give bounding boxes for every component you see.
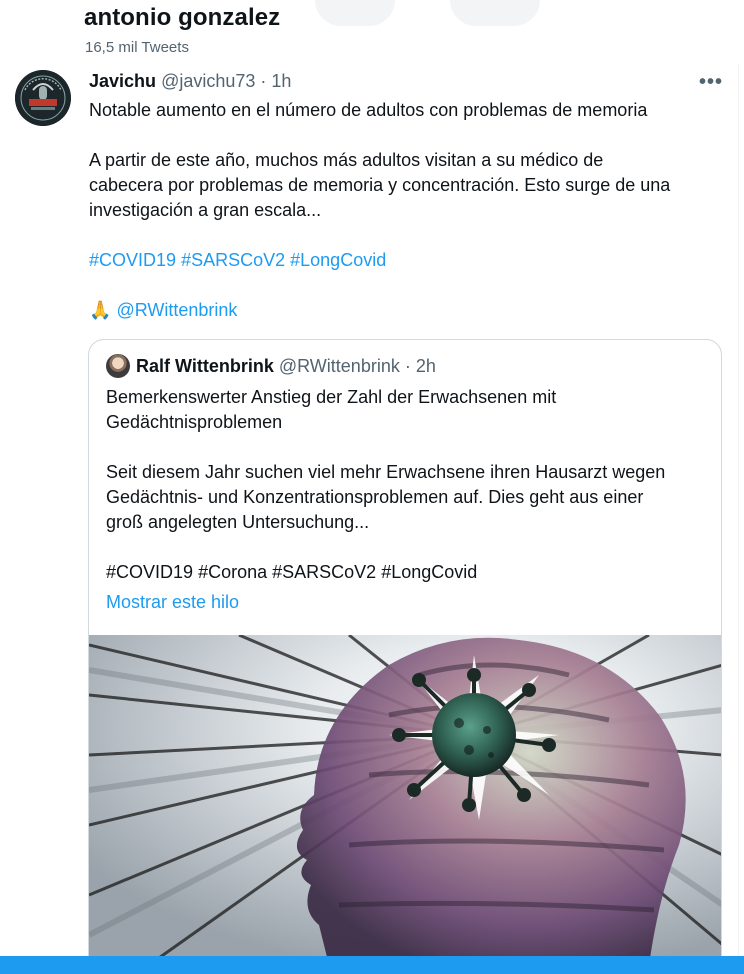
quote-hashtag: #COVID19 — [106, 562, 194, 582]
header-shadow-shape — [315, 0, 395, 26]
quote-hashtag: #LongCovid — [381, 562, 478, 582]
tweet-author-name[interactable]: Javichu — [89, 71, 156, 91]
tweet-text-line: A partir de este año, muchos más adultos… — [89, 150, 604, 170]
quote-author-handle[interactable]: @RWittenbrink — [279, 356, 400, 376]
quote-text-line: Gedächtnisproblemen — [106, 412, 283, 432]
more-options-icon[interactable]: ••• — [697, 71, 725, 95]
tweet-text-line: Notable aumento en el número de adultos … — [89, 100, 648, 120]
quote-hashtag: #Corona — [198, 562, 268, 582]
tweet-text-line: investigación a gran escala... — [89, 200, 322, 220]
long-covid-logo — [15, 70, 71, 126]
quote-time[interactable]: 2h — [416, 356, 436, 376]
bottom-bar — [0, 956, 744, 974]
header-shadow-shape — [450, 0, 540, 26]
profile-header: antonio gonzalez 16,5 mil Tweets — [0, 0, 744, 64]
tweet-header: Javichu @javichu73 · 1h — [89, 71, 291, 92]
hashtag-link[interactable]: #LongCovid — [290, 250, 386, 270]
hashtag-link[interactable]: #COVID19 — [89, 250, 176, 270]
tweet-hashtags: #COVID19 #SARSCoV2 #LongCovid — [89, 248, 386, 273]
tweet-count: 16,5 mil Tweets — [85, 39, 189, 56]
quote-author-name[interactable]: Ralf Wittenbrink — [136, 356, 274, 376]
folded-hands-emoji: 🙏 — [89, 300, 112, 320]
separator-dot: · — [404, 356, 411, 376]
quote-hashtag: #SARSCoV2 — [272, 562, 377, 582]
tweet-time[interactable]: 1h — [271, 71, 291, 91]
tweet-text-line: cabecera por problemas de memoria y conc… — [89, 175, 671, 195]
quote-tweet-card[interactable]: Ralf Wittenbrink @RWittenbrink · 2h Beme… — [88, 339, 722, 974]
quote-header: Ralf Wittenbrink @RWittenbrink · 2h — [136, 356, 436, 377]
quote-text-line: Bemerkenswerter Anstieg der Zahl der Erw… — [106, 387, 557, 407]
quote-text-line: Gedächtnis- und Konzentrationsproblemen … — [106, 487, 644, 507]
separator-dot: · — [260, 71, 267, 91]
profile-name: antonio gonzalez — [84, 4, 281, 31]
hashtag-link[interactable]: #SARSCoV2 — [181, 250, 285, 270]
author-avatar[interactable] — [15, 70, 71, 126]
tweet-author-handle[interactable]: @javichu73 — [161, 71, 255, 91]
mention-link[interactable]: @RWittenbrink — [116, 300, 237, 320]
quote-text-line: Seit diesem Jahr suchen viel mehr Erwach… — [106, 462, 666, 482]
quote-hashtags: #COVID19 #Corona #SARSCoV2 #LongCovid — [106, 560, 477, 585]
tweet-mention-line: 🙏 @RWittenbrink — [89, 298, 237, 323]
quote-author-avatar[interactable] — [106, 354, 130, 378]
column-divider — [738, 0, 739, 974]
quote-media-image[interactable] — [89, 635, 721, 965]
virus-head-illustration — [89, 635, 721, 965]
quote-text-line: groß angelegten Untersuchung... — [106, 512, 370, 532]
show-thread-link[interactable]: Mostrar este hilo — [106, 590, 239, 615]
